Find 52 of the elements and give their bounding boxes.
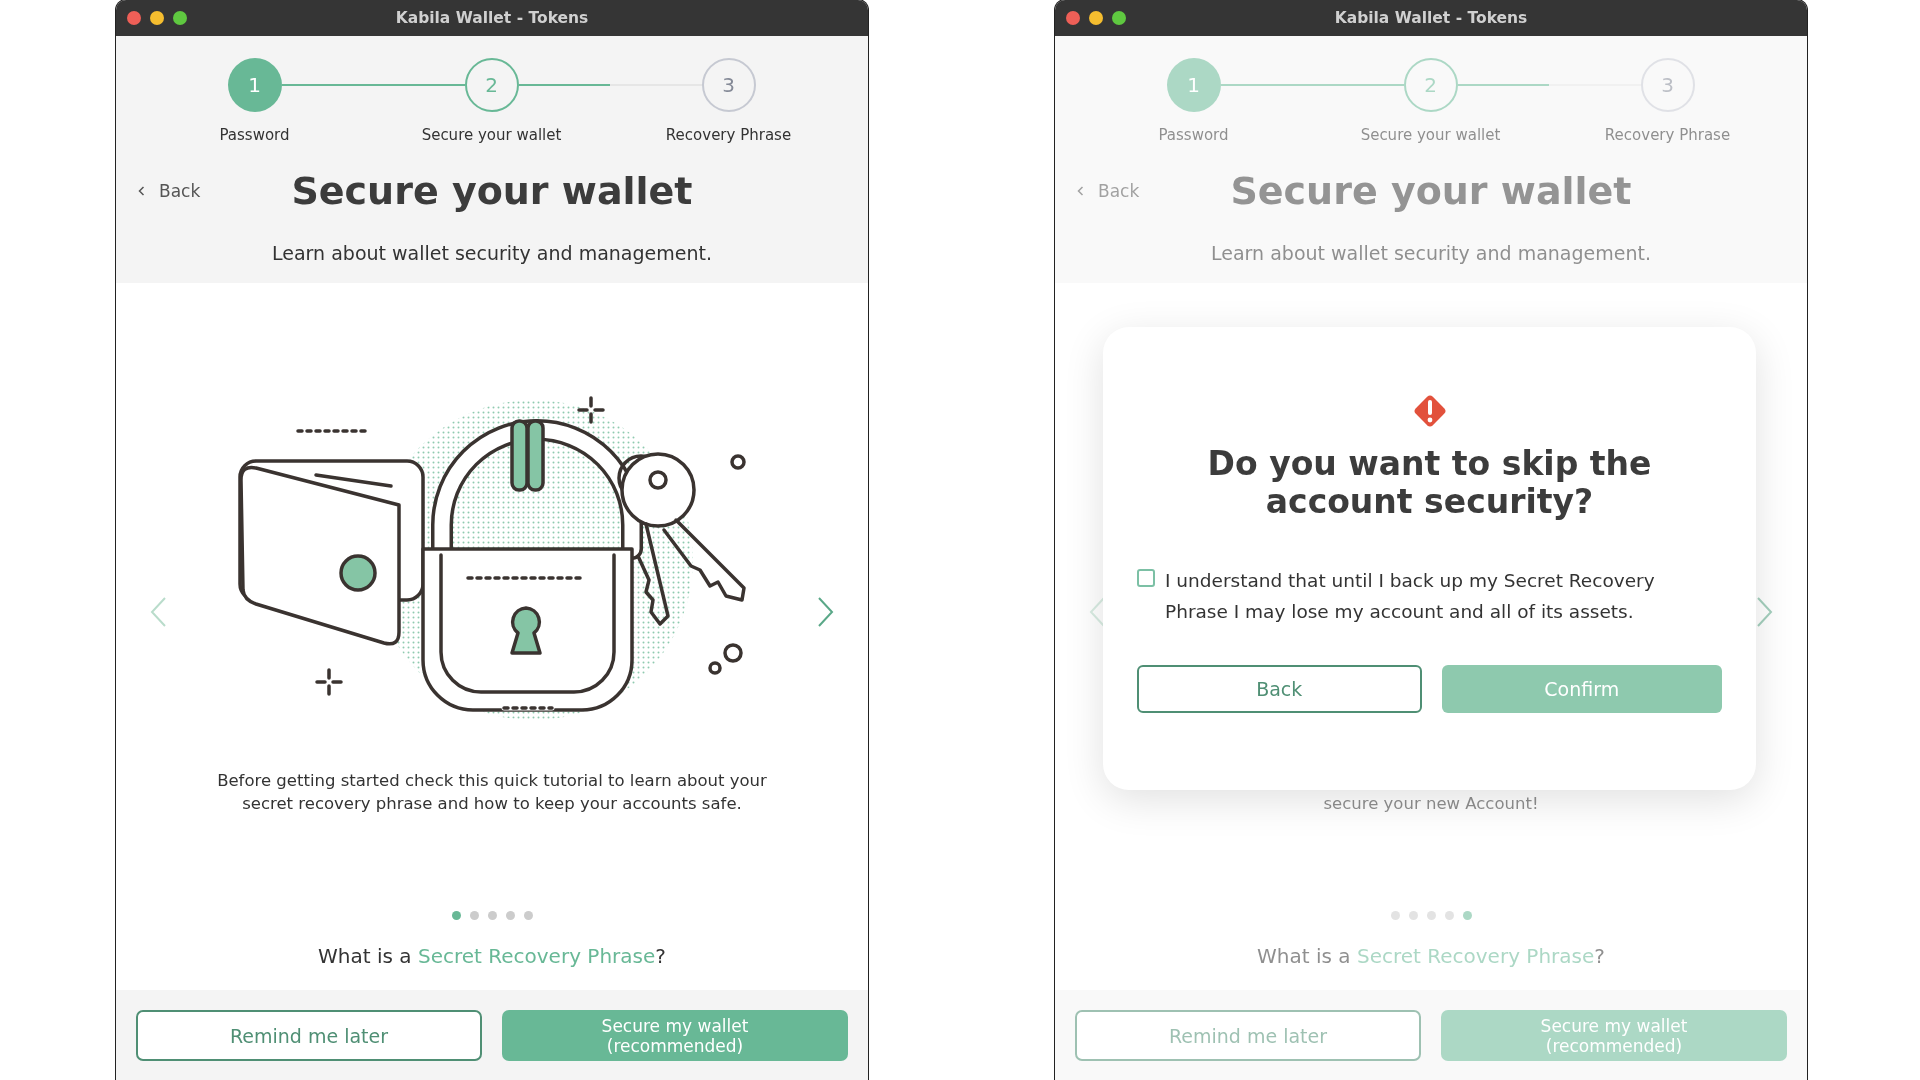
step-label: Password xyxy=(1158,126,1229,144)
help-question: What is a Secret Recovery Phrase? xyxy=(318,944,666,968)
maximize-button[interactable] xyxy=(1112,11,1126,25)
pagination-dot[interactable] xyxy=(487,911,497,920)
page-subtitle: Learn about wallet security and management. xyxy=(271,242,713,264)
step-circle: 2 xyxy=(464,58,519,112)
page-title: Secure your wallet xyxy=(1230,169,1632,213)
checkbox-label: I understand that until I back up my Secret Recovery Phrase I may lose my account and all of its assets. xyxy=(1165,569,1656,624)
step-label: Secure your wallet xyxy=(421,126,562,144)
step-circle: 1 xyxy=(227,58,282,112)
back-link[interactable]: Back xyxy=(1077,181,1140,201)
back-button[interactable]: Back xyxy=(1137,665,1422,713)
slide-caption: secure your new Account! xyxy=(1322,793,1540,815)
dialog-title: Do you want to skip the account security? xyxy=(1206,445,1653,521)
maximize-button[interactable] xyxy=(173,11,187,25)
pagination-dot[interactable] xyxy=(1390,911,1400,920)
remind-later-button[interactable]: Remind me later xyxy=(1075,1010,1421,1061)
pagination-dot[interactable] xyxy=(1444,911,1454,920)
minimize-button[interactable] xyxy=(1089,11,1103,25)
pagination-dot[interactable] xyxy=(469,911,479,920)
chevron-left-icon xyxy=(138,186,145,196)
minimize-button[interactable] xyxy=(150,11,164,25)
window-title: Kabila Wallet - Tokens xyxy=(1334,9,1528,27)
pagination-dot[interactable] xyxy=(1426,911,1436,920)
back-link[interactable]: Back xyxy=(138,181,201,201)
step-circle: 3 xyxy=(1640,58,1695,112)
step-circle: 1 xyxy=(1166,58,1221,112)
help-question: What is a Secret Recovery Phrase? xyxy=(1257,944,1605,968)
pagination-dot[interactable] xyxy=(451,911,461,920)
recovery-phrase-link[interactable]: Secret Recovery Phrase xyxy=(417,944,656,968)
pagination-dot[interactable] xyxy=(1408,911,1418,920)
page-subtitle: Learn about wallet security and management. xyxy=(1210,242,1652,264)
slide-caption: Before getting started check this quick tutorial to learn about your secret recovery phrase and how to keep your accounts safe. xyxy=(216,770,768,815)
pagination-dot[interactable] xyxy=(523,911,533,920)
page-title: Secure your wallet xyxy=(291,169,693,213)
step-label: Password xyxy=(219,126,290,144)
close-button[interactable] xyxy=(1066,11,1080,25)
step-label: Secure your wallet xyxy=(1360,126,1501,144)
step-circle: 2 xyxy=(1403,58,1458,112)
pagination-dot[interactable] xyxy=(1462,911,1472,920)
chevron-left-icon xyxy=(1077,186,1084,196)
step-circle: 3 xyxy=(701,58,756,112)
step-label: Recovery Phrase xyxy=(1604,126,1731,144)
remind-later-button[interactable]: Remind me later xyxy=(136,1010,482,1061)
window-title: Kabila Wallet - Tokens xyxy=(395,9,589,27)
close-button[interactable] xyxy=(127,11,141,25)
secure-wallet-button[interactable]: Secure my wallet (recommended) xyxy=(502,1010,848,1061)
secure-wallet-button[interactable]: Secure my wallet (recommended) xyxy=(1441,1010,1787,1061)
step-label: Recovery Phrase xyxy=(665,126,792,144)
pagination-dot[interactable] xyxy=(505,911,515,920)
checkbox[interactable] xyxy=(1137,569,1155,587)
recovery-phrase-link[interactable]: Secret Recovery Phrase xyxy=(1356,944,1595,968)
